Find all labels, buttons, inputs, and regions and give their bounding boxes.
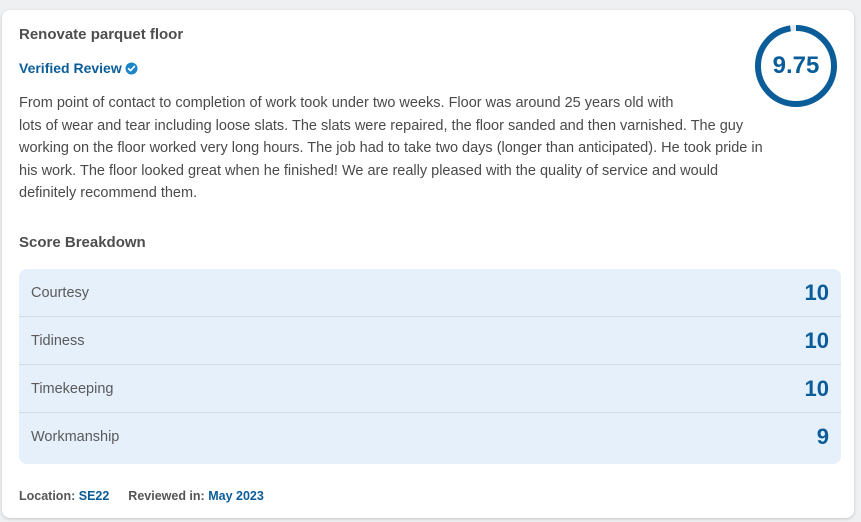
review-body-line: lots of wear and tear including loose sl… <box>19 117 744 134</box>
breakdown-score: 10 <box>804 375 829 401</box>
review-footer: Location: SE22 Reviewed in: May 2023 <box>19 489 264 503</box>
review-body-line: definitely recommend them. <box>19 185 198 202</box>
review-body-line: working on the floor worked very long ho… <box>19 140 763 157</box>
breakdown-score: 10 <box>804 279 829 305</box>
score-breakdown-table: Courtesy 10 Tidiness 10 Timekeeping 10 W… <box>19 269 841 464</box>
verified-review: Verified Review <box>19 60 138 76</box>
review-body-line: From point of contact to completion of w… <box>19 95 674 111</box>
breakdown-label: Tidiness <box>31 332 85 349</box>
location-value: SE22 <box>78 489 110 503</box>
breakdown-row-courtesy: Courtesy 10 <box>19 269 841 317</box>
breakdown-row-workmanship: Workmanship 9 <box>19 413 841 461</box>
check-badge-icon <box>125 62 138 75</box>
reviewed-label: Reviewed in: <box>128 489 205 503</box>
review-body: From point of contact to completion of w… <box>19 92 819 205</box>
location-label: Location: <box>19 489 76 503</box>
breakdown-row-timekeeping: Timekeeping 10 <box>19 365 841 413</box>
breakdown-score: 10 <box>804 327 829 353</box>
breakdown-label: Timekeeping <box>31 380 114 397</box>
breakdown-label: Workmanship <box>31 429 120 445</box>
review-body-line: his work. The floor looked great when he… <box>19 162 719 179</box>
score-breakdown-title: Score Breakdown <box>19 234 146 251</box>
breakdown-score: 9 <box>816 424 829 449</box>
reviewed-value: May 2023 <box>208 489 264 503</box>
breakdown-label: Courtesy <box>31 284 90 301</box>
review-title: Renovate parquet floor <box>19 26 184 43</box>
verified-label: Verified Review <box>19 60 122 76</box>
breakdown-row-tidiness: Tidiness 10 <box>19 317 841 365</box>
review-card: Renovate parquet floor Verified Review 9… <box>2 10 854 518</box>
